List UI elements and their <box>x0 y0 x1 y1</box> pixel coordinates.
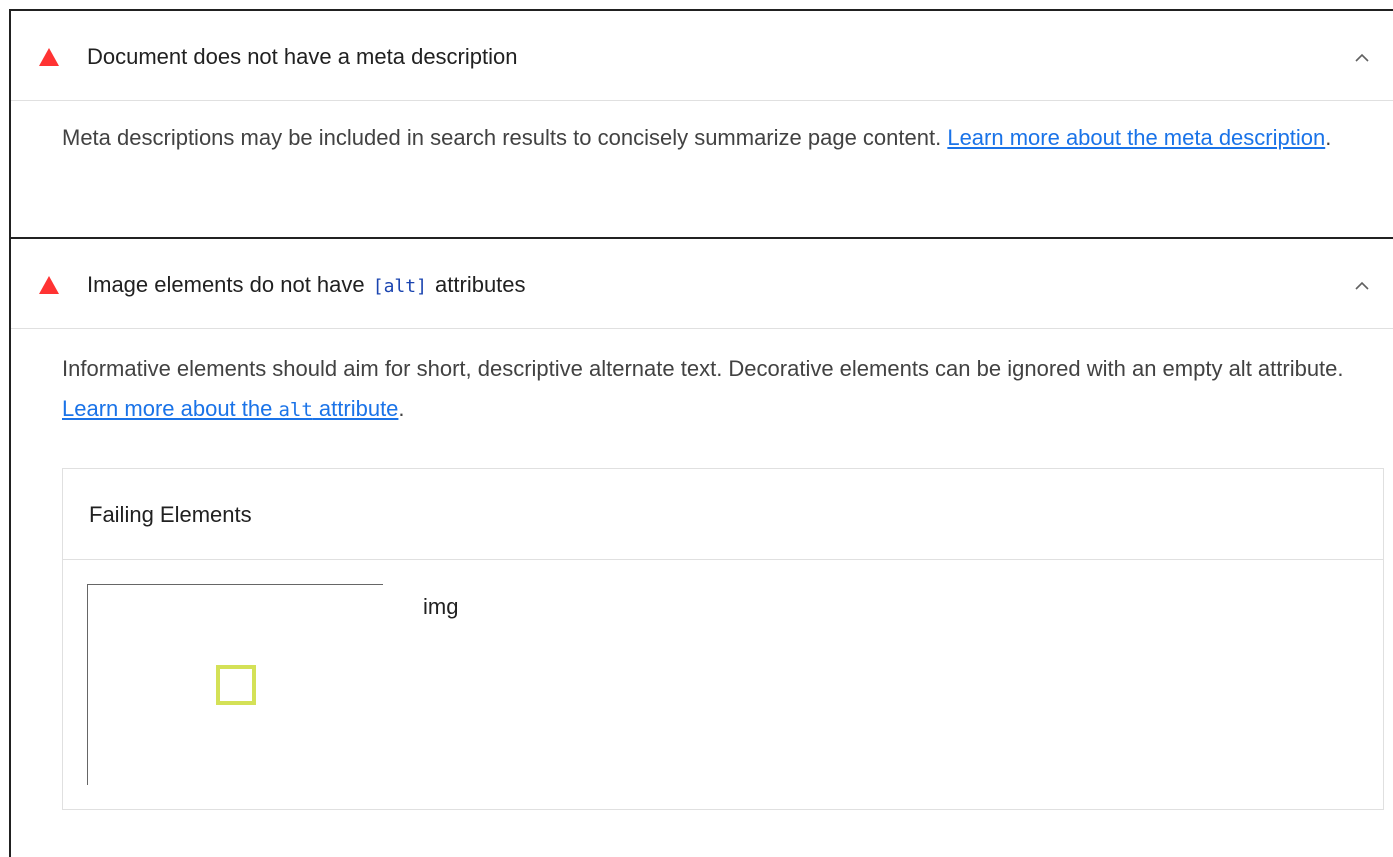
audit-description: Meta descriptions may be included in sea… <box>62 125 1332 150</box>
table-header: Failing Elements <box>63 469 1383 560</box>
audit-image-alt: Image elements do not have [alt] attribu… <box>9 237 1393 857</box>
table-header-label: Failing Elements <box>89 502 252 527</box>
audit-title: Image elements do not have [alt] attribu… <box>87 272 526 297</box>
warning-triangle-icon <box>39 276 59 294</box>
audit-header-meta-description[interactable]: Document does not have a meta descriptio… <box>11 11 1393 101</box>
element-screenshot-thumbnail[interactable] <box>87 584 383 785</box>
audit-title: Document does not have a meta descriptio… <box>87 44 518 69</box>
node-label: img <box>423 594 459 619</box>
chevron-up-icon[interactable] <box>1353 277 1371 295</box>
audit-meta-description: Document does not have a meta descriptio… <box>9 9 1393 239</box>
audit-header-image-alt[interactable]: Image elements do not have [alt] attribu… <box>11 239 1393 329</box>
element-highlight-box <box>216 665 256 705</box>
learn-more-link[interactable]: Learn more about the meta description <box>947 125 1325 150</box>
alt-code: [alt] <box>372 276 427 297</box>
audit-description: Informative elements should aim for shor… <box>62 356 1344 421</box>
table-row[interactable]: img <box>63 560 1383 810</box>
failing-elements-table: Failing Elements img <box>62 468 1384 810</box>
chevron-up-icon[interactable] <box>1353 49 1371 67</box>
warning-triangle-icon <box>39 48 59 66</box>
learn-more-link[interactable]: Learn more about the alt attribute <box>62 396 398 421</box>
